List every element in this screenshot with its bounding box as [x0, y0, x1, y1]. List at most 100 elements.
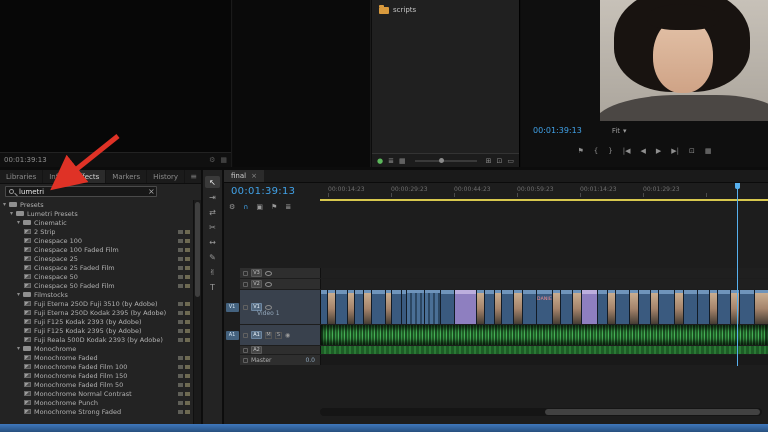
effects-preset-row[interactable]: Fuji F125 Kodak 2393 (by Adobe) [0, 317, 192, 326]
timeline-clip[interactable] [659, 290, 675, 324]
timeline-clip[interactable] [355, 290, 364, 324]
scrollbar-thumb[interactable] [195, 202, 200, 297]
linked-selection-icon[interactable]: ▣ [256, 203, 263, 211]
timeline-settings-icon[interactable]: ⚙ [229, 203, 235, 211]
track-lock-icon[interactable] [243, 304, 248, 310]
delete-icon[interactable]: ▭ [507, 157, 514, 165]
master-level-value[interactable]: 0.0 [305, 357, 317, 364]
effects-scrollbar[interactable] [193, 200, 201, 424]
track-output-icon[interactable] [265, 304, 272, 310]
timeline-ruler[interactable]: 00:00:14:23 00:00:29:23 00:00:44:23 00:00:5… [320, 183, 768, 201]
track-lock-icon[interactable] [243, 281, 248, 287]
effects-preset-row[interactable]: Cinespace 50 [0, 272, 192, 281]
effects-preset-row[interactable]: Monochrome Faded Film 150 [0, 371, 192, 380]
project-bin-row[interactable]: scripts [379, 4, 416, 15]
timeline-clip[interactable] [364, 290, 372, 324]
timeline-clip[interactable] [639, 290, 651, 324]
snap-icon[interactable]: ∩ [243, 203, 248, 211]
timeline-clip[interactable] [582, 290, 598, 324]
thumbnail-zoom-slider[interactable] [414, 157, 477, 163]
icon-view-icon[interactable]: ▦ [399, 157, 406, 165]
source-patch-v3[interactable] [224, 268, 240, 278]
timeline-clip[interactable] [441, 290, 455, 324]
grid-icon[interactable]: ▦ [220, 156, 227, 164]
track-lock-icon[interactable] [243, 347, 248, 353]
timeline-clip[interactable] [616, 290, 630, 324]
track-v2-toggle[interactable]: V2 [251, 280, 262, 288]
timeline-clip[interactable] [731, 290, 740, 324]
twirl-down-icon[interactable]: ▾ [3, 201, 6, 208]
track-v1-lane[interactable]: DANIELLE [320, 290, 768, 324]
mark-out-icon[interactable]: } [608, 147, 612, 155]
timeline-clip[interactable] [630, 290, 639, 324]
track-output-icon[interactable] [265, 281, 272, 287]
razor-tool[interactable]: ✂ [205, 221, 220, 233]
timeline-clip[interactable] [514, 290, 523, 324]
timeline-clip[interactable] [523, 290, 537, 324]
track-a2-lane[interactable] [320, 346, 768, 354]
ripple-edit-tool[interactable]: ⇄ [205, 206, 220, 218]
twirl-down-icon[interactable]: ▾ [17, 291, 20, 298]
source-patch-v2[interactable] [224, 279, 240, 289]
effects-preset-row[interactable]: Cinespace 25 Faded Film [0, 263, 192, 272]
track-v2-lane[interactable] [320, 279, 768, 289]
effects-preset-row[interactable]: Cinespace 50 Faded Film [0, 281, 192, 290]
effects-preset-row[interactable]: 2 Strip [0, 227, 192, 236]
effects-preset-row[interactable]: Fuji Eterna 250D Fuji 3510 (by Adobe) [0, 299, 192, 308]
lift-icon[interactable]: ⊡ [689, 147, 695, 155]
effects-preset-row[interactable]: Monochrome Faded [0, 353, 192, 362]
effects-preset-row[interactable]: Fuji Reala 500D Kodak 2393 (by Adobe) [0, 335, 192, 344]
selection-tool[interactable]: ↖ [205, 176, 220, 188]
step-back-icon[interactable]: ◀ [640, 147, 645, 155]
effects-bin-row[interactable]: ▾ Cinematic [0, 218, 192, 227]
effects-preset-row[interactable]: Fuji F125 Kodak 2395 (by Adobe) [0, 326, 192, 335]
hand-tool[interactable]: ✌ [205, 266, 220, 278]
mute-button[interactable]: M [265, 331, 272, 339]
effects-bin-row[interactable]: ▾ Lumetri Presets [0, 209, 192, 218]
timeline-clip[interactable] [455, 290, 477, 324]
export-frame-icon[interactable]: ▦ [705, 147, 712, 155]
effects-preset-row[interactable]: Monochrome Punch [0, 398, 192, 407]
twirl-down-icon[interactable]: ▾ [17, 219, 20, 226]
timeline-clip[interactable] [502, 290, 514, 324]
type-tool[interactable]: T [205, 281, 220, 293]
list-view-icon[interactable]: ≣ [388, 157, 394, 165]
solo-button[interactable]: S [275, 331, 282, 339]
track-lock-icon[interactable] [243, 357, 248, 363]
timeline-clip[interactable] [675, 290, 684, 324]
track-select-tool[interactable]: ⇥ [205, 191, 220, 203]
track-lock-icon[interactable] [243, 332, 248, 338]
timeline-clip[interactable] [710, 290, 718, 324]
timeline-clip[interactable] [573, 290, 582, 324]
effects-preset-row[interactable]: Cinespace 25 [0, 254, 192, 263]
timeline-clip[interactable] [718, 290, 731, 324]
timeline-clip[interactable] [348, 290, 355, 324]
timeline-clip[interactable] [553, 290, 561, 324]
settings-icon[interactable]: ⚙ [209, 156, 215, 164]
effects-bin-row[interactable]: ▾ Monochrome [0, 344, 192, 353]
timeline-clip[interactable] [561, 290, 573, 324]
play-icon[interactable]: ▶ [656, 147, 661, 155]
twirl-down-icon[interactable]: ▾ [10, 210, 13, 217]
effects-bin-row[interactable]: ▾ Filmstocks [0, 290, 192, 299]
track-a1-lane[interactable] [320, 325, 768, 345]
timeline-clip[interactable] [495, 290, 502, 324]
source-patch-a2[interactable] [224, 346, 240, 354]
project-writable-icon[interactable]: ● [377, 157, 383, 165]
mark-in-icon[interactable]: { [594, 147, 598, 155]
timeline-clip[interactable] [372, 290, 386, 324]
track-v3-lane[interactable] [320, 268, 768, 278]
playhead-handle[interactable] [735, 183, 740, 189]
timeline-clip[interactable] [684, 290, 698, 324]
track-output-icon[interactable] [265, 270, 272, 276]
tab-history[interactable]: History [147, 170, 186, 183]
source-patch-a1[interactable]: A1 [224, 325, 240, 345]
timeline-clip[interactable] [328, 290, 336, 324]
source-patch-v1[interactable]: V1 [224, 290, 240, 324]
step-forward-icon[interactable]: ▶| [671, 147, 679, 155]
twirl-down-icon[interactable]: ▾ [17, 345, 20, 352]
timeline-scrollbar[interactable] [320, 408, 762, 416]
add-marker-icon[interactable]: ⚑ [578, 147, 584, 155]
pen-tool[interactable]: ✎ [205, 251, 220, 263]
timeline-clip[interactable] [477, 290, 485, 324]
